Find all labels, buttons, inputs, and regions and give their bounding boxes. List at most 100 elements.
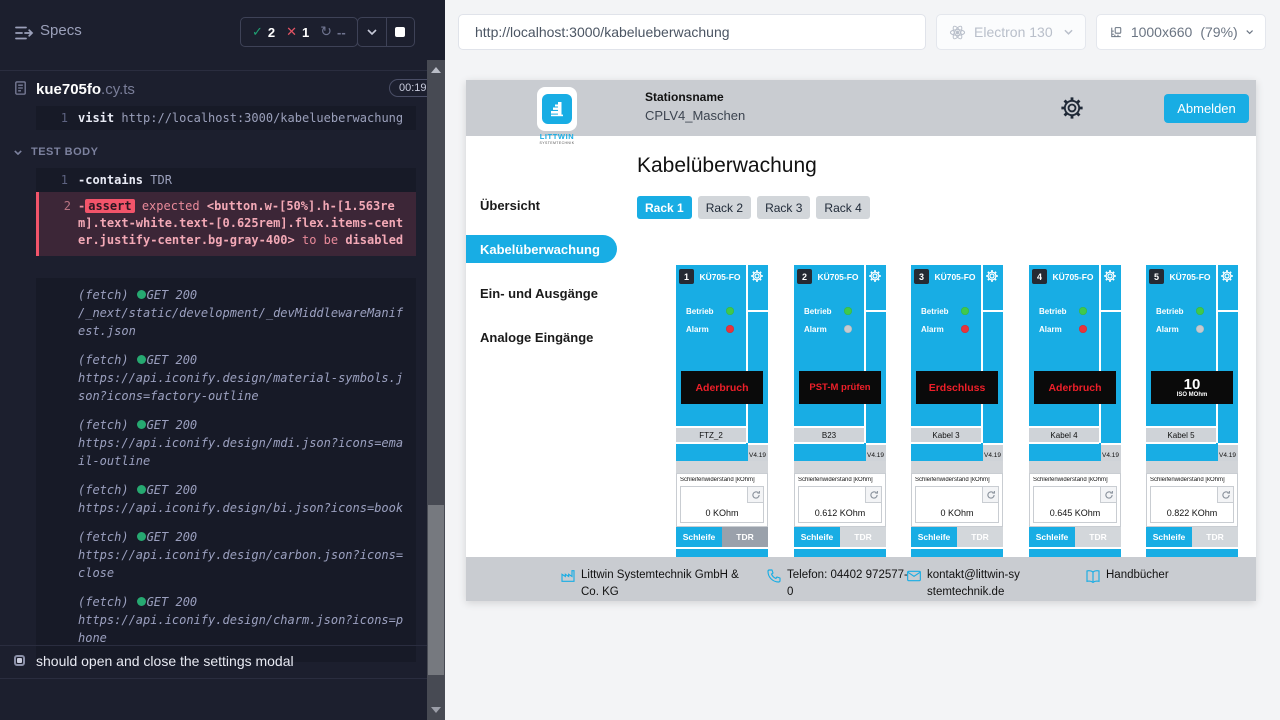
book-icon — [1085, 568, 1101, 584]
spec-row[interactable]: kue705fo.cy.ts 00:19 — [0, 76, 427, 106]
resistance-value: 0 KOhm — [916, 508, 998, 518]
logout-button[interactable]: Abmelden — [1164, 94, 1249, 123]
fetch-log-entry[interactable]: (fetch)GET 200 https://api.iconify.desig… — [78, 481, 408, 517]
email-icon — [906, 568, 922, 584]
tab-rack-3[interactable]: Rack 3 — [757, 196, 810, 219]
device-card-4: 4 KÜ705-FO Betrieb Alarm Aderbruch Kabel… — [1029, 265, 1121, 557]
scroll-down-arrow[interactable] — [431, 707, 441, 713]
betrieb-led — [1079, 307, 1087, 315]
card-number-badge: 2 — [797, 269, 812, 284]
command-contains[interactable]: 1 -contains TDR — [36, 168, 416, 192]
divider — [748, 310, 768, 312]
viewport-ruler-icon — [1109, 24, 1123, 41]
refresh-button[interactable] — [1217, 487, 1233, 503]
fetch-log-entry[interactable]: (fetch)GET 200 https://api.iconify.desig… — [78, 593, 408, 647]
divider — [746, 265, 748, 443]
refresh-button[interactable] — [982, 487, 998, 503]
firmware-version: V4.19 — [983, 443, 1003, 461]
url-bar — [458, 14, 926, 50]
betrieb-led-row: Betrieb — [1039, 306, 1087, 316]
reporter-scrollbar[interactable] — [427, 60, 445, 720]
scrollbar-thumb[interactable] — [428, 505, 444, 675]
sidebar-item-kabelueberwachung[interactable]: Kabelüberwachung — [466, 235, 617, 263]
refresh-button[interactable] — [747, 487, 763, 503]
refresh-button[interactable] — [865, 487, 881, 503]
divider — [0, 645, 427, 646]
tdr-button[interactable]: TDR — [1192, 527, 1238, 547]
scroll-up-arrow[interactable] — [431, 67, 441, 73]
footer-email: kontakt@littwin-systemtechnik.de — [906, 567, 1022, 600]
refresh-button[interactable] — [1100, 487, 1116, 503]
resistance-panel: Schleifenwiderstand [kOhm] 0.612 KOhm — [794, 473, 886, 527]
phone-icon — [766, 568, 782, 584]
tab-rack-4[interactable]: Rack 4 — [816, 196, 869, 219]
schleife-button[interactable]: Schleife — [911, 527, 957, 547]
resistance-readout: 0 KOhm — [680, 486, 764, 523]
sidebar-item-uebersicht[interactable]: Übersicht — [466, 191, 617, 219]
test-pending-icon — [14, 655, 25, 666]
footer-handbuecher[interactable]: Handbücher — [1085, 567, 1169, 584]
cable-name: B23 — [794, 426, 864, 444]
stat-failed: ✕1 — [286, 25, 309, 40]
card-gear-icon[interactable] — [1103, 269, 1117, 283]
settings-gear-icon[interactable] — [1059, 95, 1085, 121]
resistance-panel: Schleifenwiderstand [kOhm] 0 KOhm — [911, 473, 1003, 527]
assert-name-chip: assert — [85, 199, 134, 213]
specs-title[interactable]: Specs — [40, 22, 82, 39]
resistance-label: Schleifenwiderstand [kOhm] — [680, 477, 765, 483]
station-name: CPLV4_Maschen — [645, 108, 745, 123]
tdr-button[interactable]: TDR — [957, 527, 1003, 547]
betrieb-led — [726, 307, 734, 315]
card-gear-icon[interactable] — [1220, 269, 1234, 283]
device-card-5: 5 KÜ705-FO Betrieb Alarm 10ISO MOhm Kabe… — [1146, 265, 1238, 557]
resistance-readout: 0.822 KOhm — [1150, 486, 1234, 523]
tdr-button[interactable]: TDR — [1075, 527, 1121, 547]
alarm-led-row: Alarm — [921, 324, 969, 334]
schleife-button[interactable]: Schleife — [1146, 527, 1192, 547]
card-title: KÜ705-FO — [930, 272, 980, 282]
footer-company: Littwin Systemtechnik GmbH & Co. KG — [560, 567, 759, 600]
next-test-row[interactable]: should open and close the settings modal — [0, 650, 427, 676]
schleife-button[interactable]: Schleife — [794, 527, 840, 547]
command-visit[interactable]: 1 visit http://localhost:3000/kabelueber… — [36, 106, 416, 130]
app-under-test: Stationsname CPLV4_Maschen Abmelden LITT… — [466, 80, 1256, 601]
cable-name: FTZ_2 — [676, 426, 746, 444]
fetch-url: https://api.iconify.design/bi.json?icons… — [78, 499, 408, 517]
footer-phone: Telefon: 04402 972577-0 — [766, 567, 911, 600]
fetch-log-entry[interactable]: (fetch)GET 200 https://api.iconify.desig… — [78, 528, 408, 582]
fetch-log-entry[interactable]: (fetch)GET 200 /_next/static/development… — [78, 286, 408, 340]
rack-tabs: Rack 1 Rack 2 Rack 3 Rack 4 — [637, 196, 870, 219]
alarm-led — [1079, 325, 1087, 333]
card-gear-icon[interactable] — [868, 269, 882, 283]
fetch-log-entry[interactable]: (fetch)GET 200 https://api.iconify.desig… — [78, 351, 408, 405]
card-gear-icon[interactable] — [985, 269, 999, 283]
command-assert-failed[interactable]: 2 -assert expected <button.w-[50%].h-[1.… — [36, 192, 416, 256]
browser-selector[interactable]: Electron 130 — [936, 14, 1086, 50]
card-gear-icon[interactable] — [750, 269, 764, 283]
test-body-section[interactable]: TEST BODY — [14, 146, 98, 158]
resistance-readout: 0.612 KOhm — [798, 486, 882, 523]
tdr-button[interactable]: TDR — [840, 527, 886, 547]
divider — [676, 461, 768, 473]
command-number: 1 — [42, 111, 68, 125]
resistance-value: 0.612 KOhm — [799, 508, 881, 518]
command-name: -contains — [78, 173, 143, 187]
divider — [0, 70, 427, 71]
status-display: Aderbruch — [1034, 371, 1116, 404]
schleife-button[interactable]: Schleife — [1029, 527, 1075, 547]
stop-button[interactable] — [386, 18, 415, 46]
schleife-button[interactable]: Schleife — [676, 527, 722, 547]
alarm-led-row: Alarm — [804, 324, 852, 334]
chevron-down-icon — [1064, 29, 1073, 35]
viewport-size-selector[interactable]: 1000x660 (79%) — [1096, 14, 1266, 50]
fetch-url: https://api.iconify.design/charm.json?ic… — [78, 611, 408, 647]
tab-rack-1[interactable]: Rack 1 — [637, 196, 692, 219]
tab-rack-2[interactable]: Rack 2 — [698, 196, 751, 219]
fetch-log-entry[interactable]: (fetch)GET 200 https://api.iconify.desig… — [78, 416, 408, 470]
collapse-button[interactable] — [358, 18, 386, 46]
viewport-zoom: (79%) — [1200, 24, 1237, 40]
tdr-button[interactable]: TDR — [722, 527, 768, 547]
url-input[interactable] — [459, 15, 925, 49]
card-bottom-strip — [794, 549, 886, 557]
specs-list-icon[interactable] — [14, 24, 34, 42]
